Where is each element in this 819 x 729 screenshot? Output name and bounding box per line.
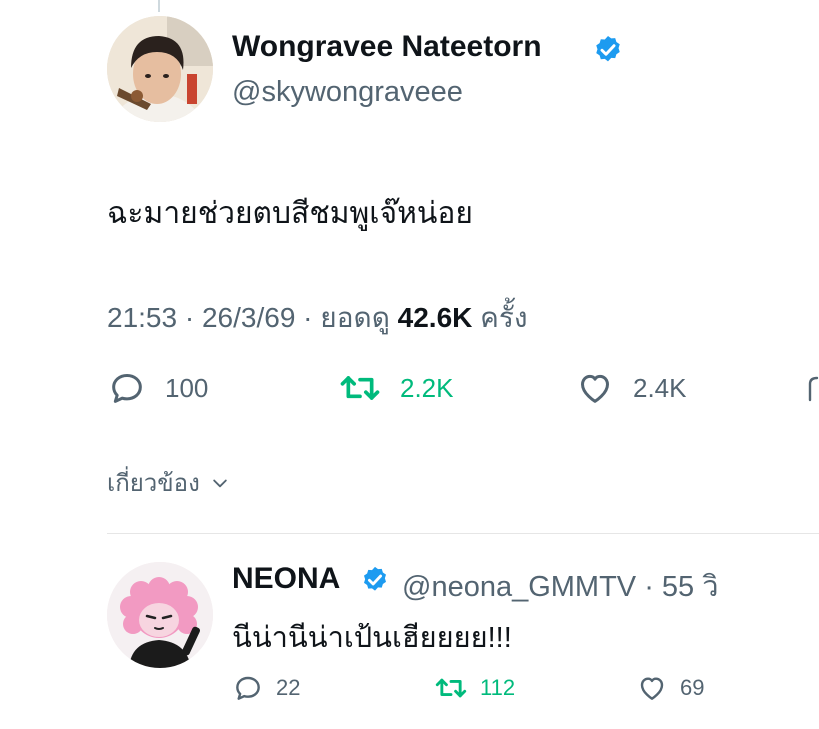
verified-icon [596, 36, 620, 62]
section-divider [107, 533, 819, 534]
reply-time-ago[interactable]: 55 วิ [662, 571, 719, 603]
verified-icon [364, 566, 386, 591]
like-icon [640, 677, 664, 700]
tweet-text: ฉะมายช่วยตบสีชมพูเจ๊หน่อย [107, 197, 473, 230]
retweet-icon [340, 376, 380, 400]
reply-retweet-count: 112 [480, 675, 516, 700]
reply-icon [236, 676, 260, 700]
tweet-time[interactable]: 21:53 [107, 302, 177, 333]
thread-connector-line [158, 0, 160, 12]
reply-count: 100 [165, 372, 209, 403]
reply-retweet-button[interactable]: 112 [434, 672, 515, 704]
tweet-meta: 21:53 · 26/3/69 · ยอดดู 42.6K ครั้ง [107, 296, 528, 340]
chevron-down-icon [213, 479, 227, 487]
meta-separator: · [644, 571, 662, 603]
reply-author-avatar[interactable] [107, 562, 213, 668]
reply-like-button[interactable]: 69 [636, 672, 704, 704]
reply-text: นีน่านีน่าเป้นเฮียยยย!!! [232, 622, 512, 654]
like-count: 2.4K [633, 372, 687, 403]
reply-author-display-name[interactable]: NEONA [232, 562, 340, 596]
reply-reply-button[interactable]: 22 [232, 672, 300, 704]
retweet-icon [435, 678, 467, 698]
related-dropdown[interactable]: เกี่ยวข้อง [107, 463, 230, 502]
related-label: เกี่ยวข้อง [107, 470, 200, 497]
reply-author-handle[interactable]: @neona_GMMTV [402, 571, 636, 603]
like-icon [581, 374, 609, 403]
tweet-date[interactable]: 26/3/69 [202, 302, 295, 333]
retweet-count: 2.2K [400, 372, 454, 403]
reply-button[interactable]: 100 [107, 368, 208, 408]
retweet-button[interactable]: 2.2K [338, 368, 454, 408]
views-suffix: ครั้ง [480, 302, 528, 333]
reply-header-meta: @neona_GMMTV · 55 วิ [402, 563, 719, 609]
like-button[interactable]: 2.4K [575, 368, 687, 408]
author-display-name[interactable]: Wongravee Nateetorn [232, 30, 542, 64]
views-count: 42.6K [397, 302, 473, 333]
reply-reply-count: 22 [276, 675, 301, 700]
reply-icon [112, 374, 142, 403]
views-label: ยอดดู [320, 302, 390, 333]
meta-separator: · [303, 302, 321, 333]
author-handle[interactable]: @skywongraveee [232, 76, 463, 109]
meta-separator: · [184, 302, 202, 333]
author-avatar[interactable] [107, 16, 213, 122]
bookmark-icon[interactable] [806, 374, 819, 404]
reply-like-count: 69 [680, 675, 705, 700]
